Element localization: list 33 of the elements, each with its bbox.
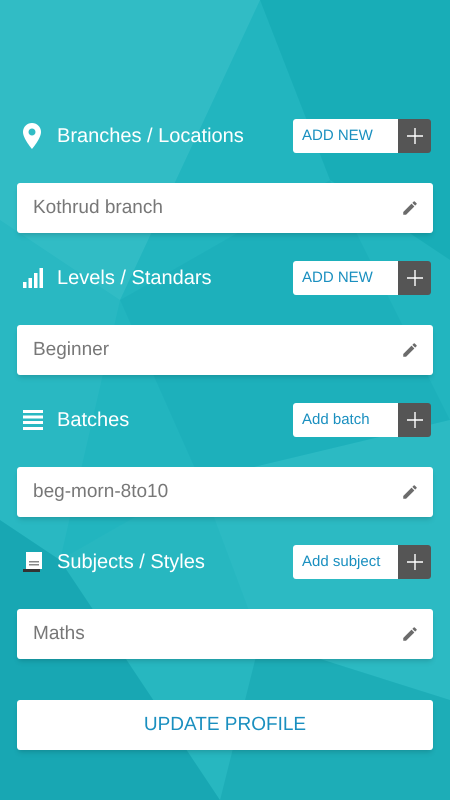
section-title: Levels / Standars bbox=[57, 266, 213, 291]
signal-bars-icon bbox=[23, 268, 43, 288]
plus-button[interactable] bbox=[398, 119, 431, 153]
list-lines-icon bbox=[23, 410, 43, 430]
add-button[interactable]: Add batch bbox=[293, 403, 398, 437]
plus-icon bbox=[406, 412, 422, 428]
pencil-icon[interactable] bbox=[401, 483, 419, 501]
plus-icon bbox=[406, 554, 422, 570]
pencil-icon[interactable] bbox=[401, 341, 419, 359]
plus-icon bbox=[406, 270, 422, 286]
add-button[interactable]: Add subject bbox=[293, 545, 398, 579]
book-icon bbox=[23, 552, 43, 572]
location-pin-icon bbox=[23, 123, 41, 149]
plus-button[interactable] bbox=[398, 261, 431, 295]
field-value: beg-morn-8to10 bbox=[33, 480, 170, 504]
pencil-icon[interactable] bbox=[401, 625, 419, 643]
field-value: Maths bbox=[33, 622, 86, 646]
value-field[interactable]: Kothrud branch bbox=[17, 183, 433, 233]
section-title: Branches / Locations bbox=[57, 124, 245, 149]
update-profile-button[interactable]: UPDATE PROFILE bbox=[17, 700, 433, 750]
value-field[interactable]: Maths bbox=[17, 609, 433, 659]
plus-button[interactable] bbox=[398, 403, 431, 437]
value-field[interactable]: beg-morn-8to10 bbox=[17, 467, 433, 517]
field-value: Beginner bbox=[33, 338, 110, 362]
section-title: Subjects / Styles bbox=[57, 550, 206, 575]
plus-button[interactable] bbox=[398, 545, 431, 579]
section-title: Batches bbox=[57, 408, 130, 433]
field-value: Kothrud branch bbox=[33, 196, 164, 220]
value-field[interactable]: Beginner bbox=[17, 325, 433, 375]
add-button[interactable]: ADD NEW bbox=[293, 119, 398, 153]
add-button[interactable]: ADD NEW bbox=[293, 261, 398, 295]
pencil-icon[interactable] bbox=[401, 199, 419, 217]
plus-icon bbox=[406, 128, 422, 144]
